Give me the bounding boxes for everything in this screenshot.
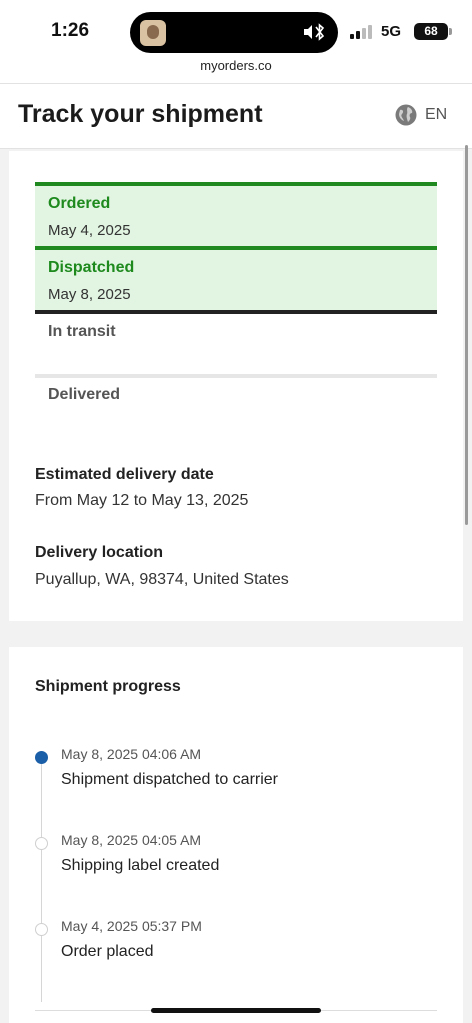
- timeline-dot: [35, 923, 48, 936]
- shipment-progress-card: Shipment progress May 8, 2025 04:06 AM S…: [9, 647, 463, 1023]
- dynamic-island[interactable]: [130, 12, 338, 53]
- battery-icon: 68: [414, 23, 452, 40]
- status-time: 1:26: [51, 20, 90, 41]
- timeline-line: [41, 757, 42, 1002]
- step-delivered: Delivered: [35, 374, 437, 438]
- step-label: Dispatched: [48, 259, 135, 276]
- event-text: Shipment dispatched to carrier: [61, 771, 278, 788]
- delivery-location-value: Puyallup, WA, 98374, United States: [35, 571, 289, 588]
- scrollbar[interactable]: [465, 145, 468, 525]
- language-code: EN: [425, 106, 448, 123]
- event-text: Shipping label created: [61, 857, 220, 874]
- step-in-transit: In transit: [35, 310, 437, 374]
- page-title: Track your shipment: [18, 100, 263, 128]
- event-time: May 8, 2025 04:05 AM: [61, 832, 202, 848]
- step-ordered: Ordered May 4, 2025: [35, 182, 437, 246]
- now-playing-artwork: [140, 20, 166, 46]
- estimated-delivery-label: Estimated delivery date: [35, 466, 214, 483]
- home-indicator[interactable]: [151, 1008, 321, 1013]
- shipment-status-card: Ordered May 4, 2025 Dispatched May 8, 20…: [9, 151, 463, 621]
- url-text: myorders.co: [200, 58, 272, 73]
- event-text: Order placed: [61, 943, 154, 960]
- event-time: May 8, 2025 04:06 AM: [61, 746, 202, 762]
- url-bar[interactable]: myorders.co: [0, 58, 472, 84]
- cellular-signal-icon: [350, 25, 372, 39]
- status-bar: 1:26 5G 68: [0, 0, 472, 58]
- timeline-dot-active: [35, 751, 48, 764]
- globe-icon: [395, 104, 417, 126]
- estimated-delivery-value: From May 12 to May 13, 2025: [35, 492, 249, 509]
- network-type: 5G: [381, 23, 402, 40]
- step-date: May 4, 2025: [48, 222, 131, 239]
- bluetooth-speaker-icon: [304, 23, 325, 41]
- language-selector[interactable]: EN: [395, 104, 447, 126]
- step-date: May 8, 2025: [48, 286, 131, 303]
- step-label: In transit: [48, 323, 116, 340]
- shipment-progress-title: Shipment progress: [35, 678, 181, 695]
- timeline-dot: [35, 837, 48, 850]
- step-label: Ordered: [48, 195, 111, 212]
- step-dispatched: Dispatched May 8, 2025: [35, 246, 437, 310]
- step-label: Delivered: [48, 386, 121, 403]
- event-time: May 4, 2025 05:37 PM: [61, 918, 202, 934]
- delivery-location-label: Delivery location: [35, 544, 164, 561]
- page-header: Track your shipment EN: [0, 84, 472, 149]
